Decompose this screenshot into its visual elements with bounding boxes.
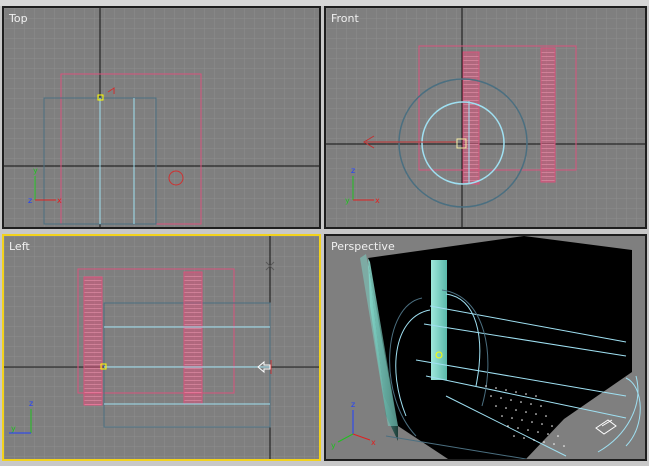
- axis-z-label: z: [29, 399, 33, 408]
- axis-y-label: y: [33, 166, 38, 175]
- viewport-perspective[interactable]: z y x Perspective: [324, 234, 647, 461]
- axis-z-label: z: [28, 196, 32, 205]
- axis-y-label: y: [11, 424, 16, 433]
- wall-hatched-left[interactable]: [83, 276, 103, 406]
- viewport-top[interactable]: y z x Top: [2, 6, 321, 229]
- axis-x-label: x: [375, 196, 380, 205]
- axis-y-label: y: [345, 196, 350, 205]
- viewport-left-canvas: z y: [4, 236, 319, 459]
- axis-z-label: z: [351, 400, 355, 409]
- wall-hatched-right[interactable]: [540, 47, 556, 183]
- viewport-top-canvas: y z x: [4, 8, 319, 227]
- viewport-front[interactable]: z y x Front: [324, 6, 647, 229]
- axis-y-label: y: [331, 441, 336, 450]
- grid: [4, 8, 319, 227]
- bottom-strip: [0, 461, 649, 466]
- viewport-front-canvas: z y x: [326, 8, 645, 227]
- grid: [326, 8, 645, 227]
- viewport-perspective-canvas: z y x: [326, 236, 645, 459]
- wall-hatched-right[interactable]: [183, 271, 203, 405]
- wall-hatched-left[interactable]: [462, 51, 480, 185]
- axis-z-label: z: [351, 166, 355, 175]
- pillar-object[interactable]: [431, 260, 447, 380]
- viewport-left[interactable]: z y Left: [2, 234, 321, 461]
- axis-x-label: x: [371, 438, 376, 447]
- axis-x-label: x: [57, 196, 62, 205]
